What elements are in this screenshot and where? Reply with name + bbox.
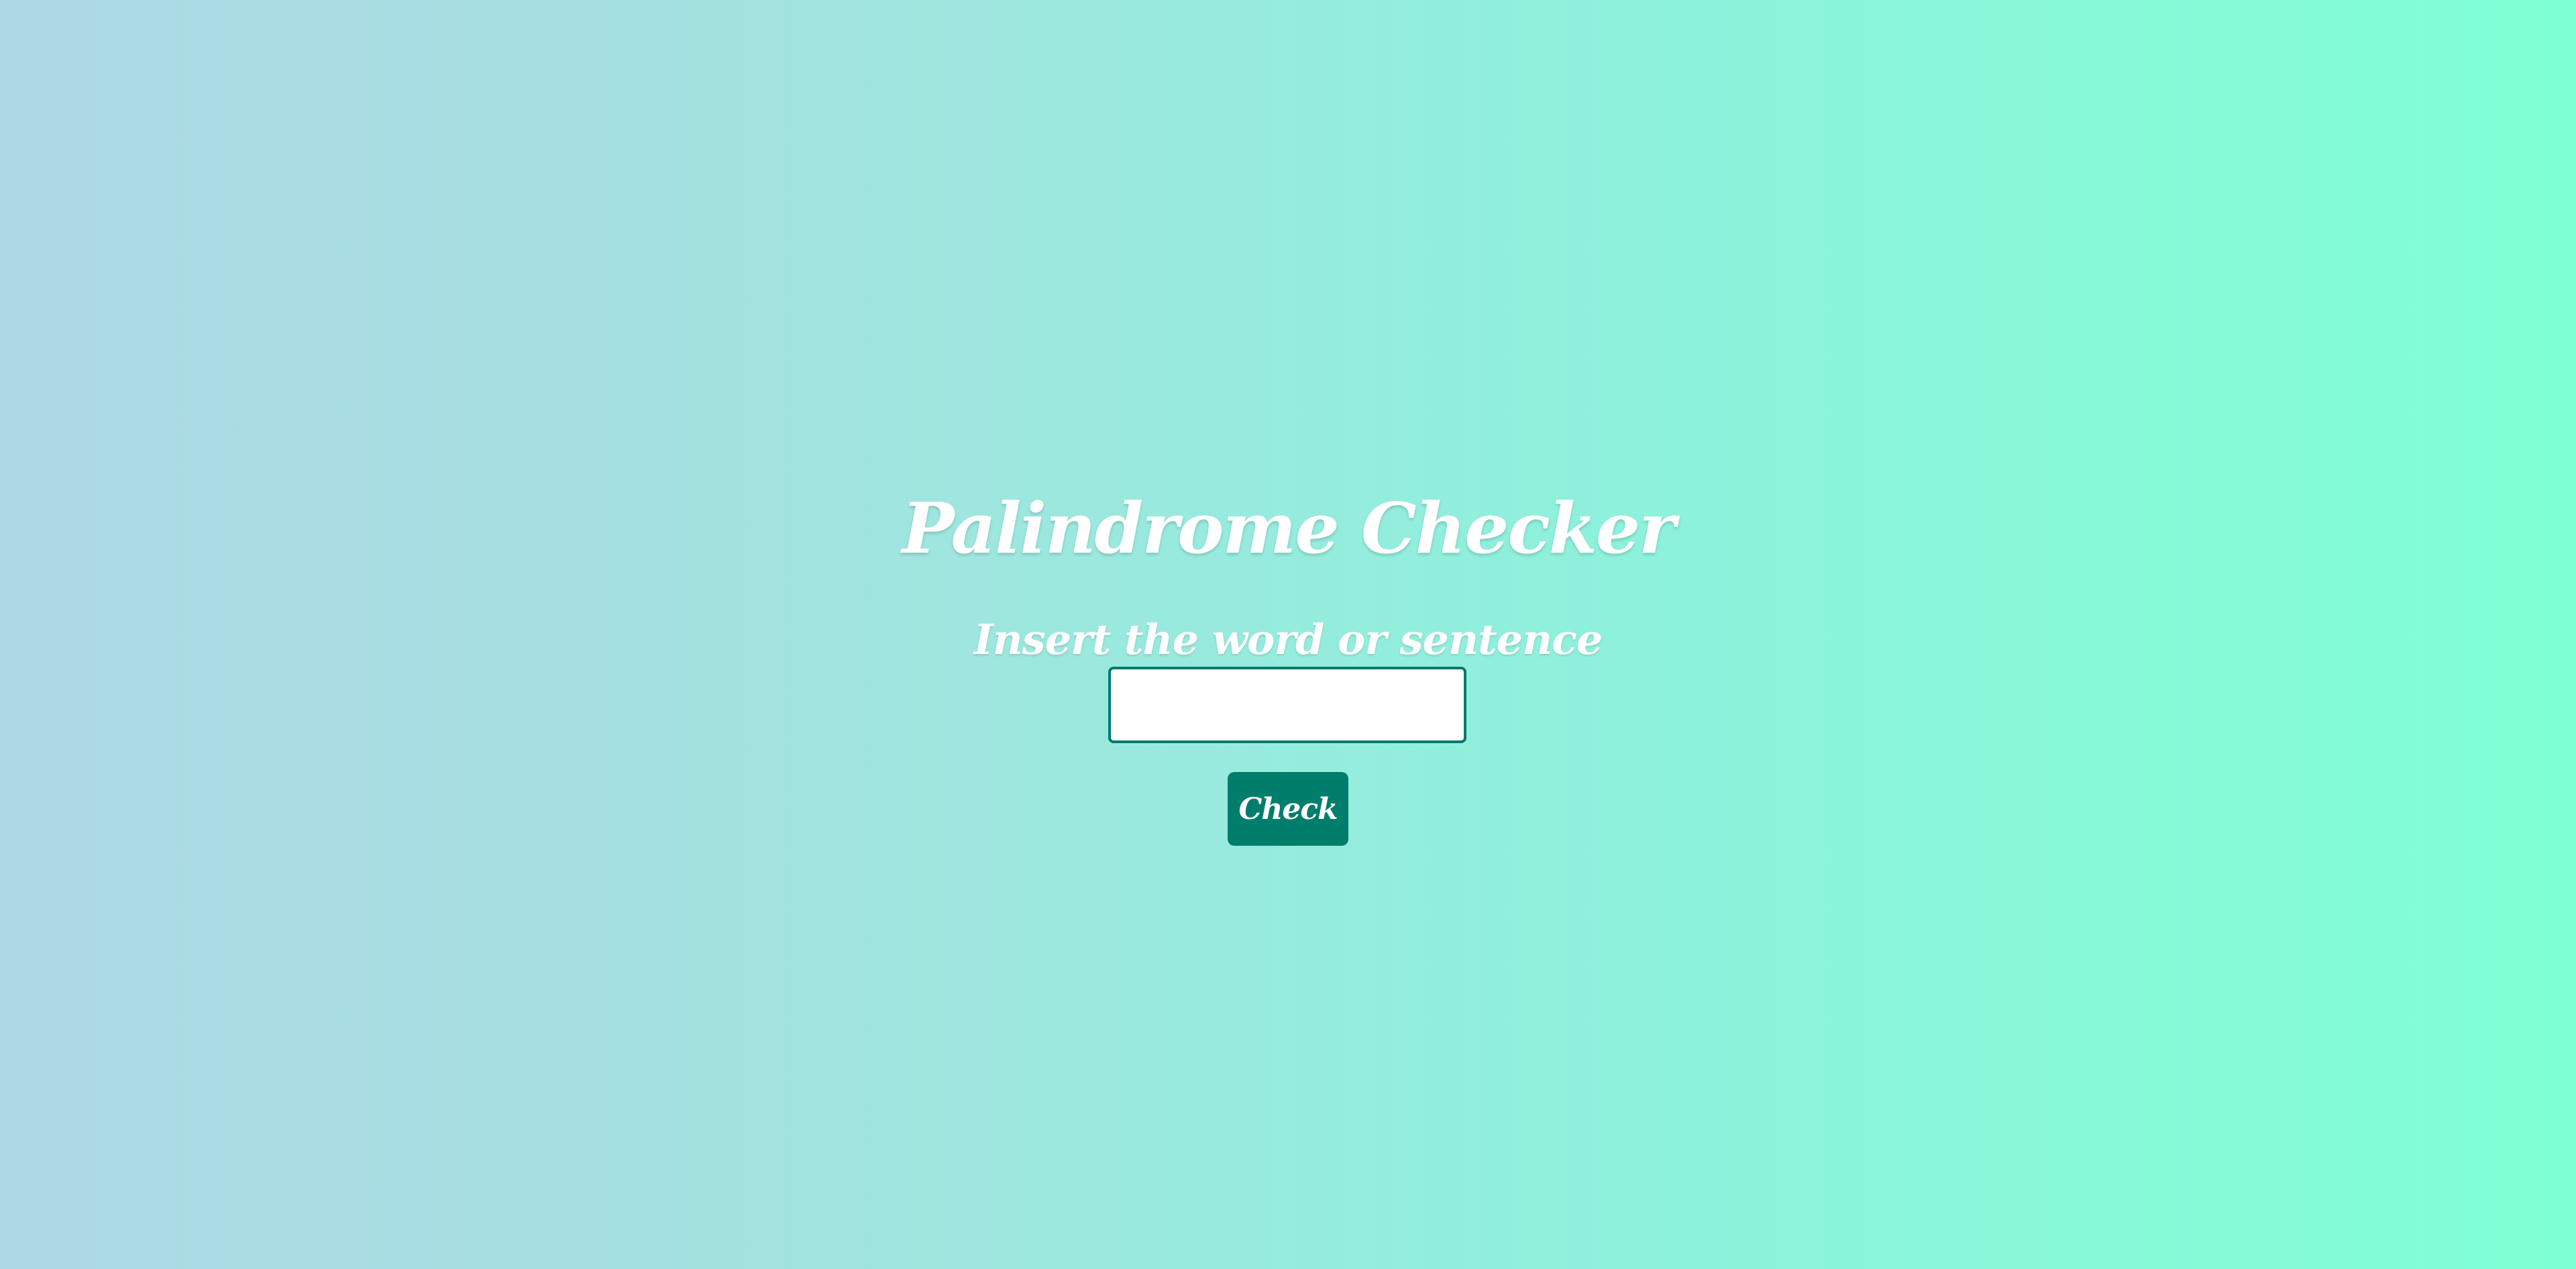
palindrome-page: Palindrome Checker Insert the word or se…	[0, 0, 2576, 1269]
page-title: Palindrome Checker	[902, 486, 1676, 569]
instruction-text: Insert the word or sentence	[973, 615, 1603, 665]
word-input[interactable]	[1108, 667, 1466, 743]
check-button[interactable]: Check	[1228, 772, 1348, 846]
